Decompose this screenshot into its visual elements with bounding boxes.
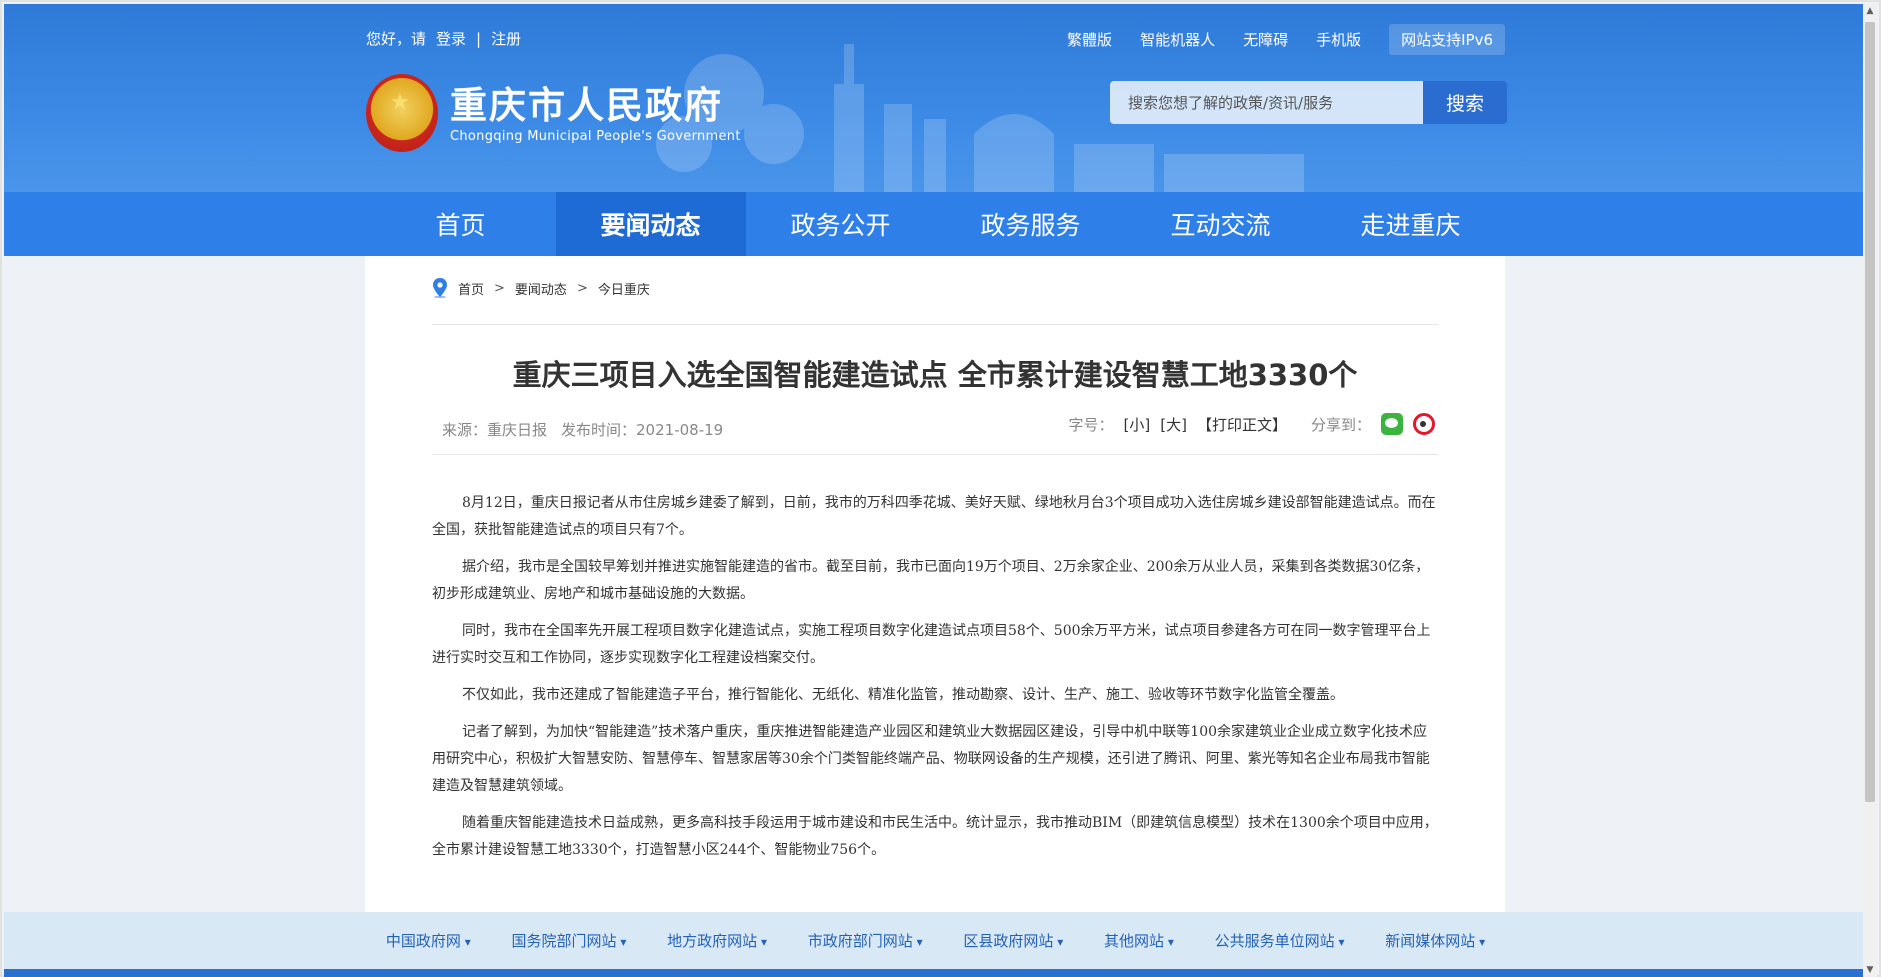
nav-item-open-government[interactable]: 政务公开 [746, 192, 936, 256]
nav-item-home[interactable]: 首页 [366, 192, 556, 256]
footer-bottom-bar [4, 969, 1867, 977]
footer-links: 中国政府网 国务院部门网站 地方政府网站 市政府部门网站 区县政府网站 其他网站… [4, 912, 1867, 969]
article-paragraph: 随着重庆智能建造技术日益成熟，更多高科技手段运用于城市建设和市民生活中。统计显示… [432, 815, 1438, 858]
article-meta: 来源：重庆日报 发布时间：2021-08-19 [442, 419, 723, 440]
article-paragraph: 不仅如此，我市还建成了智能建造子平台，推行智能化、无纸化、精准化监管，推动勘察、… [462, 687, 1344, 703]
register-link[interactable]: 注册 [491, 28, 521, 49]
site-title: 重庆市人民政府 [450, 82, 723, 127]
vertical-scrollbar[interactable]: ▲ ▼ [1863, 4, 1877, 977]
footer-link-state-council-depts[interactable]: 国务院部门网站 [512, 930, 627, 951]
national-emblem-icon [366, 74, 438, 152]
site-header: 您好，请 登录 | 注册 繁體版 智能机器人 无障碍 手机版 网站支持IPv6 … [4, 4, 1867, 192]
link-separator: | [476, 29, 482, 48]
breadcrumb-news[interactable]: 要闻动态 [515, 279, 567, 298]
footer-link-local-gov[interactable]: 地方政府网站 [667, 930, 767, 951]
login-link[interactable]: 登录 [436, 28, 466, 49]
article-paragraph: 8月12日，重庆日报记者从市住房城乡建委了解到，日前，我市的万科四季花城、美好天… [432, 495, 1436, 538]
footer-link-news-media[interactable]: 新闻媒体网站 [1385, 930, 1485, 951]
weibo-share-icon[interactable] [1413, 413, 1435, 435]
article-title: 重庆三项目入选全国智能建造试点 全市累计建设智慧工地3330个 [512, 358, 1358, 392]
search-button[interactable]: 搜索 [1423, 81, 1507, 124]
font-small-button[interactable]: [小] [1124, 414, 1151, 435]
location-pin-icon [433, 278, 447, 298]
footer-link-district-gov[interactable]: 区县政府网站 [963, 930, 1063, 951]
main-nav: 首页 要闻动态 政务公开 政务服务 互动交流 走进重庆 [4, 192, 1867, 256]
browser-window: 您好，请 登录 | 注册 繁體版 智能机器人 无障碍 手机版 网站支持IPv6 … [0, 0, 1881, 977]
smart-robot-link[interactable]: 智能机器人 [1140, 29, 1215, 50]
article-panel: 首页 > 要闻动态 > 今日重庆 重庆三项目入选全国智能建造试点 全市累计建设智… [365, 256, 1505, 912]
article-tools: 字号： [小] [大] 【打印正文】 分享到： [1069, 413, 1435, 435]
footer-link-other-sites[interactable]: 其他网站 [1104, 930, 1174, 951]
font-large-button[interactable]: [大] [1160, 414, 1187, 435]
font-size-label: 字号： [1068, 415, 1114, 434]
scrollbar-thumb[interactable] [1865, 22, 1875, 802]
nav-item-interaction[interactable]: 互动交流 [1126, 192, 1316, 256]
divider [432, 454, 1438, 455]
mobile-version-link[interactable]: 手机版 [1316, 29, 1361, 50]
scroll-down-icon[interactable]: ▼ [1863, 963, 1877, 977]
utility-links: 繁體版 智能机器人 无障碍 手机版 网站支持IPv6 [1067, 24, 1505, 55]
footer-link-public-service[interactable]: 公共服务单位网站 [1215, 930, 1345, 951]
footer-link-china-gov[interactable]: 中国政府网 [386, 930, 471, 951]
wechat-share-icon[interactable] [1381, 413, 1403, 435]
article-source: 来源：重庆日报 [442, 421, 548, 439]
scroll-up-icon[interactable]: ▲ [1863, 4, 1877, 18]
nav-item-government-services[interactable]: 政务服务 [936, 192, 1126, 256]
site-title-english: Chongqing Municipal People's Government [450, 128, 741, 144]
article-paragraph: 据介绍，我市是全国较早筹划并推进实施智能建造的省市。截至目前，我市已面向19万个… [432, 559, 1430, 602]
share-label: 分享到： [1310, 415, 1371, 434]
breadcrumb-separator: > [494, 280, 505, 296]
search-input[interactable] [1110, 81, 1423, 124]
breadcrumb-separator: > [576, 280, 588, 296]
site-logo[interactable]: 重庆市人民政府 Chongqing Municipal People's Gov… [366, 74, 741, 152]
search-bar: 搜索 [1110, 81, 1507, 124]
traditional-chinese-link[interactable]: 繁體版 [1067, 29, 1112, 50]
article-paragraph: 同时，我市在全国率先开展工程项目数字化建造试点，实施工程项目数字化建造试点项目5… [432, 623, 1431, 666]
nav-item-news[interactable]: 要闻动态 [555, 192, 746, 256]
print-button[interactable]: 【打印正文】 [1197, 414, 1287, 435]
article-body: 8月12日，重庆日报记者从市住房城乡建委了解到，日前，我市的万科四季花城、美好天… [432, 490, 1438, 874]
user-links: 您好，请 登录 | 注册 [366, 28, 521, 49]
accessibility-link[interactable]: 无障碍 [1243, 29, 1288, 50]
footer-link-municipal-depts[interactable]: 市政府部门网站 [808, 930, 923, 951]
article-date: 发布时间：2021-08-19 [561, 421, 724, 439]
ipv6-badge: 网站支持IPv6 [1389, 24, 1505, 55]
nav-item-about-chongqing[interactable]: 走进重庆 [1316, 192, 1506, 256]
article-paragraph: 记者了解到，为加快“智能建造”技术落户重庆，重庆推进智能建造产业园区和建筑业大数… [432, 724, 1430, 794]
breadcrumb: 首页 > 要闻动态 > 今日重庆 [432, 278, 650, 298]
divider [432, 324, 1438, 325]
breadcrumb-today-chongqing[interactable]: 今日重庆 [598, 279, 650, 298]
breadcrumb-home[interactable]: 首页 [458, 279, 484, 298]
greeting-text: 您好，请 [366, 30, 427, 48]
